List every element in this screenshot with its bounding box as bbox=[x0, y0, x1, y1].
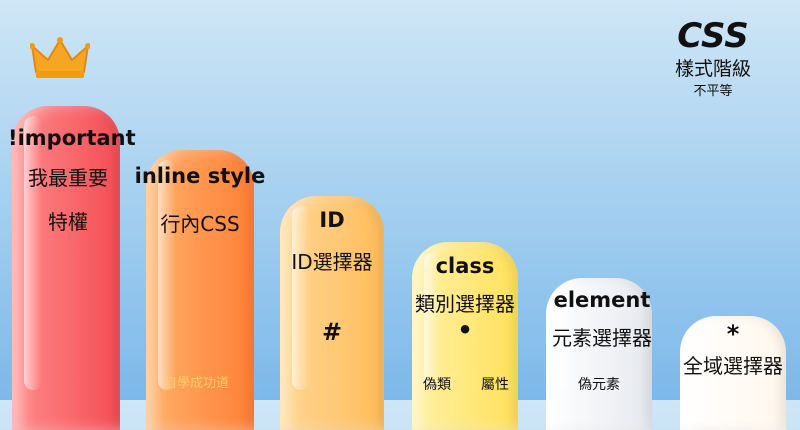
watermark-text: 自學成功道 bbox=[164, 376, 230, 391]
level-symbol-id: # bbox=[321, 318, 343, 346]
level-symbol-class: • bbox=[457, 316, 473, 344]
level-desc2-important: 特權 bbox=[48, 210, 88, 234]
level-desc-inline: 行內CSS bbox=[160, 212, 240, 236]
level-column-important bbox=[12, 106, 120, 430]
level-desc-important: 我最重要 bbox=[28, 166, 108, 190]
level-name-class: class bbox=[435, 254, 495, 278]
level-note-pseudo-class: 偽類 bbox=[423, 377, 451, 393]
level-desc-class: 類別選擇器 bbox=[415, 292, 515, 316]
level-name-universal: * bbox=[726, 320, 740, 348]
level-name-element: element bbox=[553, 288, 651, 312]
level-desc-universal: 全域選擇器 bbox=[683, 354, 783, 378]
page-title: CSS bbox=[677, 16, 749, 56]
page-subtitle: 樣式階級 bbox=[674, 58, 751, 80]
level-note-pseudo-element: 偽元素 bbox=[578, 377, 620, 393]
crown-icon bbox=[30, 37, 90, 78]
level-desc-element: 元素選擇器 bbox=[552, 326, 652, 350]
level-name-important: !important bbox=[8, 126, 136, 150]
title-block: CSS 樣式階級 不平等 bbox=[658, 16, 768, 102]
level-name-inline: inline style bbox=[134, 164, 266, 188]
page-note: 不平等 bbox=[693, 84, 733, 99]
level-note-attribute: 屬性 bbox=[481, 377, 509, 393]
level-desc-id: ID選擇器 bbox=[291, 250, 373, 274]
level-name-id: ID bbox=[319, 208, 345, 232]
